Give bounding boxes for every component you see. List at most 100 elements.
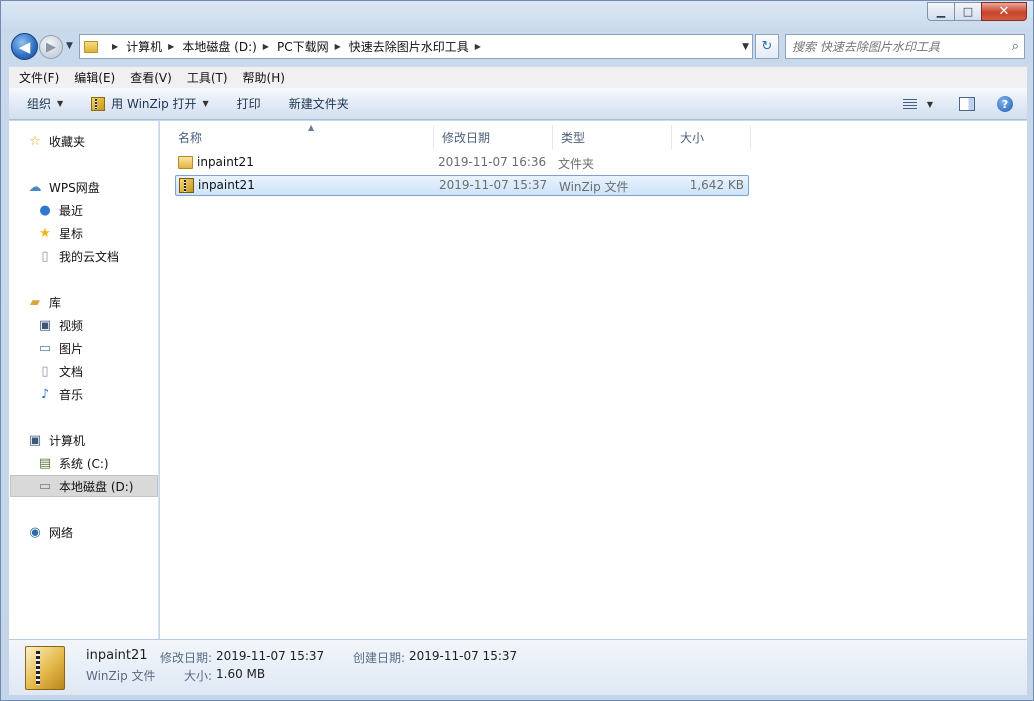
sidebar-item-label: 系统 (C:) [59,456,109,471]
file-name: inpaint21 [198,178,255,192]
sidebar-item-documents[interactable]: ▯ 文档 [37,361,83,381]
column-header-label: 大小 [680,130,705,145]
search-input[interactable] [792,39,1002,54]
table-row-selected[interactable]: inpaint21 2019-11-07 15:37 WinZip 文件 1,6… [175,175,749,196]
column-header-type[interactable]: 类型 [553,125,672,149]
breadcrumb-current-folder[interactable]: ▶ 快速去除图片水印工具 ▶ [329,38,489,55]
sidebar-item-network[interactable]: ◉ 网络 [27,522,73,542]
new-folder-label: 新建文件夹 [288,97,349,111]
back-button[interactable]: ◀ [11,33,38,60]
address-bar[interactable]: ▶ 计算机 ▶ 本地磁盘 (D:) ▶ PC下载网 ▶ 快速去除图片水印工具 ▶… [79,34,753,59]
system-drive-icon: ▤ [38,455,52,471]
organize-button[interactable]: 组织 ▼ [9,91,73,117]
menu-edit[interactable]: 编辑(E) [64,69,120,86]
sidebar-item-label: 图片 [59,341,84,356]
sidebar-item-cloud-docs[interactable]: ▯ 我的云文档 [37,246,119,266]
file-size: 1,642 KB [689,178,744,192]
chevron-right-icon[interactable]: ▶ [168,42,174,51]
breadcrumb-computer[interactable]: ▶ 计算机 [106,38,162,55]
column-header-label: 类型 [561,130,586,145]
caption-buttons: ▁ □ ✕ [927,2,1027,21]
chevron-right-icon[interactable]: ▶ [263,42,269,51]
sidebar-item-label: 收藏夹 [49,134,86,149]
column-header-modified[interactable]: 修改日期 [434,125,553,149]
breadcrumb-label[interactable]: 计算机 [126,38,162,55]
document-icon: ▯ [41,248,49,264]
menu-help[interactable]: 帮助(H) [233,69,290,86]
sidebar-item-label: 文档 [59,364,84,379]
sidebar-item-computer[interactable]: ▣ 计算机 [27,430,85,450]
maximize-button[interactable]: □ [954,2,981,21]
help-icon[interactable]: ? [997,96,1013,112]
details-size-value: 1.60 MB [216,667,266,681]
folder-icon [84,40,98,53]
navigation-pane: ☆ 收藏夹 ☁ WPS网盘 ● 最近 ★ 星标 ▯ 我的云文档 ▰ 库 ▣ 视频… [9,121,159,639]
sidebar-item-starred[interactable]: ★ 星标 [37,223,83,243]
toolbar-right: ▼ ? [902,88,1027,120]
sidebar-item-recent[interactable]: ● 最近 [37,200,83,220]
winzip-icon [179,178,194,193]
view-options-icon[interactable] [902,98,917,110]
chevron-right-icon[interactable]: ▶ [112,42,118,51]
menu-view[interactable]: 查看(V) [120,69,177,86]
star-icon: ★ [39,225,51,241]
open-with-winzip-button[interactable]: 用 WinZip 打开 ▼ [81,91,219,117]
menu-bar: 文件(F) 编辑(E) 查看(V) 工具(T) 帮助(H) [9,66,1027,88]
minimize-button[interactable]: ▁ [927,2,954,21]
clock-icon: ● [39,202,51,218]
sidebar-item-label: 网络 [49,525,74,540]
file-type: WinZip 文件 [559,180,629,194]
refresh-button[interactable]: ↻ [755,34,779,59]
search-box[interactable]: ⌕ [785,34,1025,59]
music-note-icon: ♪ [40,386,50,402]
details-created-value: 2019-11-07 15:37 [409,649,518,663]
menu-file[interactable]: 文件(F) [9,69,64,86]
star-icon: ☆ [29,133,41,149]
breadcrumb-pc-download[interactable]: ▶ PC下载网 [257,38,329,55]
breadcrumb-label[interactable]: 快速去除图片水印工具 [349,38,469,55]
sidebar-item-pictures[interactable]: ▭ 图片 [37,338,83,358]
refresh-icon: ↻ [761,39,773,54]
explorer-window: ▁ □ ✕ ◀ ▶ ▼ ▶ 计算机 ▶ 本地磁盘 (D:) ▶ PC下载网 ▶ … [0,0,1034,701]
chevron-right-icon[interactable]: ▶ [475,42,481,51]
sidebar-item-wps[interactable]: ☁ WPS网盘 [27,177,100,197]
breadcrumb-label[interactable]: 本地磁盘 (D:) [182,38,256,55]
organize-label: 组织 [27,97,52,111]
winzip-icon [91,96,106,111]
chevron-right-icon[interactable]: ▶ [335,42,341,51]
sidebar-item-drive-c[interactable]: ▤ 系统 (C:) [37,453,109,473]
sidebar-item-label: 最近 [59,203,84,218]
column-header-name[interactable]: 名称 ▲ [170,123,434,149]
print-button[interactable]: 打印 [227,91,271,117]
sort-ascending-icon: ▲ [308,123,315,132]
sidebar-item-label: 本地磁盘 (D:) [59,479,134,494]
breadcrumb-label[interactable]: PC下载网 [277,38,329,55]
sidebar-item-label: 计算机 [49,433,86,448]
chevron-down-icon[interactable]: ▼ [927,100,933,109]
preview-pane-icon[interactable] [959,97,975,111]
sidebar-item-videos[interactable]: ▣ 视频 [37,315,83,335]
sidebar-item-libraries[interactable]: ▰ 库 [27,292,61,312]
chevron-down-icon: ▼ [57,99,64,108]
history-dropdown-icon[interactable]: ▼ [66,41,73,51]
column-header-label: 名称 [178,130,203,145]
sidebar-item-music[interactable]: ♪ 音乐 [37,384,83,404]
file-modified: 2019-11-07 15:37 [439,178,548,192]
menu-tools[interactable]: 工具(T) [177,69,233,86]
column-header-size[interactable]: 大小 [672,125,751,149]
table-row[interactable]: inpaint21 2019-11-07 16:36 文件夹 [175,153,749,174]
address-dropdown-icon[interactable]: ▼ [742,42,749,52]
details-modified-value: 2019-11-07 15:37 [216,649,325,663]
search-icon[interactable]: ⌕ [1012,39,1019,54]
sidebar-item-label: 视频 [59,318,84,333]
navigation-bar: ◀ ▶ ▼ ▶ 计算机 ▶ 本地磁盘 (D:) ▶ PC下载网 ▶ 快速去除图片… [9,32,1027,60]
details-size-label: 大小: [184,669,213,683]
file-type: 文件夹 [558,157,595,171]
close-button[interactable]: ✕ [981,2,1027,21]
sidebar-item-favorites[interactable]: ☆ 收藏夹 [27,131,85,151]
new-folder-button[interactable]: 新建文件夹 [279,91,359,117]
forward-button[interactable]: ▶ [39,35,63,59]
sidebar-item-drive-d[interactable]: ▭ 本地磁盘 (D:) [37,476,134,496]
breadcrumb-drive-d[interactable]: ▶ 本地磁盘 (D:) [162,38,257,55]
sidebar-item-label: WPS网盘 [49,180,100,195]
